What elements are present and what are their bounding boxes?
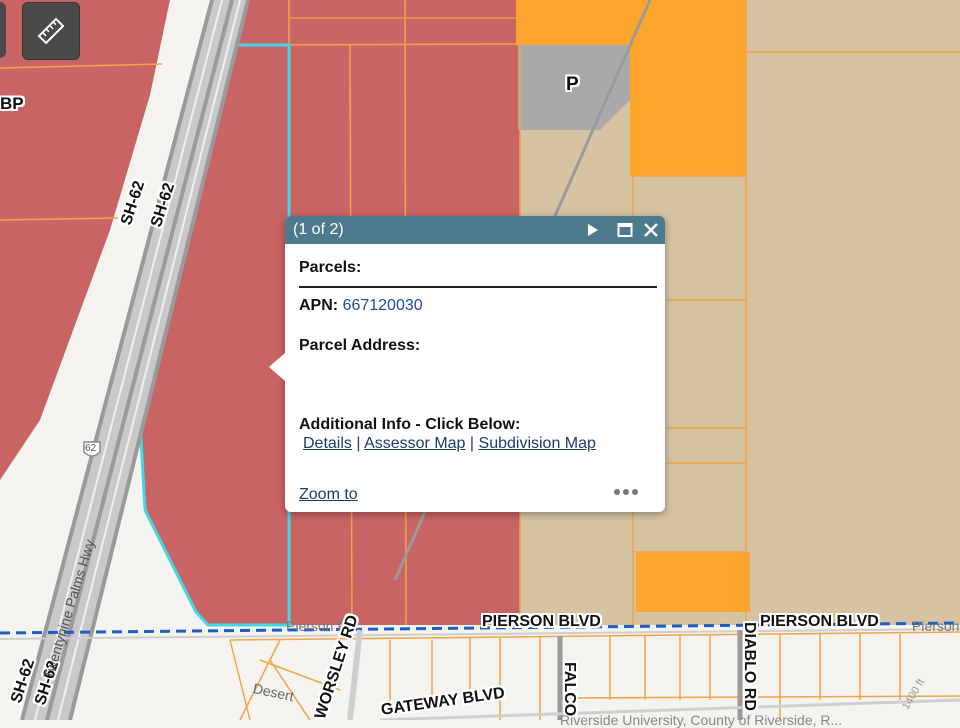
zoom-to-link[interactable]: Zoom to <box>299 486 358 504</box>
road-label-diablo-rd: DIABLO RD <box>741 622 758 711</box>
maximize-icon[interactable] <box>617 222 633 238</box>
next-icon[interactable] <box>585 222 601 238</box>
road-label-pierson: Pierson <box>912 618 960 634</box>
details-link[interactable]: Details <box>303 435 352 452</box>
road-label-pierson-blvd: PIERSON BLVD <box>482 613 601 630</box>
additional-links: Details | Assessor Map | Subdivision Map <box>303 435 596 453</box>
zone-label-p: P <box>566 74 579 95</box>
close-icon[interactable] <box>643 222 659 238</box>
additional-info-label: Additional Info - Click Below: <box>299 416 521 433</box>
parcel-popup: (1 of 2) Parcels: APN: 667120030 Parcel … <box>269 216 665 512</box>
road-label-pierson-blvd: PIERSON BLVD <box>760 613 879 630</box>
map-attribution: Riverside University, County of Riversid… <box>560 712 843 728</box>
more-horizontal-icon[interactable] <box>613 486 639 498</box>
shield-number: 62 <box>85 443 97 454</box>
apn-row: APN: 667120030 <box>299 297 423 315</box>
zone-label-bp: BP <box>0 94 24 113</box>
section-label-parcels: Parcels: <box>299 259 362 276</box>
ruler-icon <box>37 17 65 45</box>
link-separator: | <box>356 435 361 452</box>
apn-value: 667120030 <box>342 297 423 314</box>
road-label-falco: FALCO <box>561 662 578 717</box>
popup-pointer <box>269 353 285 381</box>
assessor-map-link[interactable]: Assessor Map <box>364 435 465 452</box>
toolbar-button-partial[interactable] <box>0 2 6 58</box>
measure-button[interactable] <box>22 2 80 60</box>
popup-title: (1 of 2) <box>293 221 344 238</box>
subdivision-map-link[interactable]: Subdivision Map <box>479 435 596 452</box>
parcel-address-label: Parcel Address: <box>299 337 421 354</box>
apn-label: APN: <box>299 297 339 314</box>
link-separator: | <box>469 435 475 452</box>
popup-header: (1 of 2) <box>285 216 665 244</box>
section-divider <box>299 286 657 288</box>
